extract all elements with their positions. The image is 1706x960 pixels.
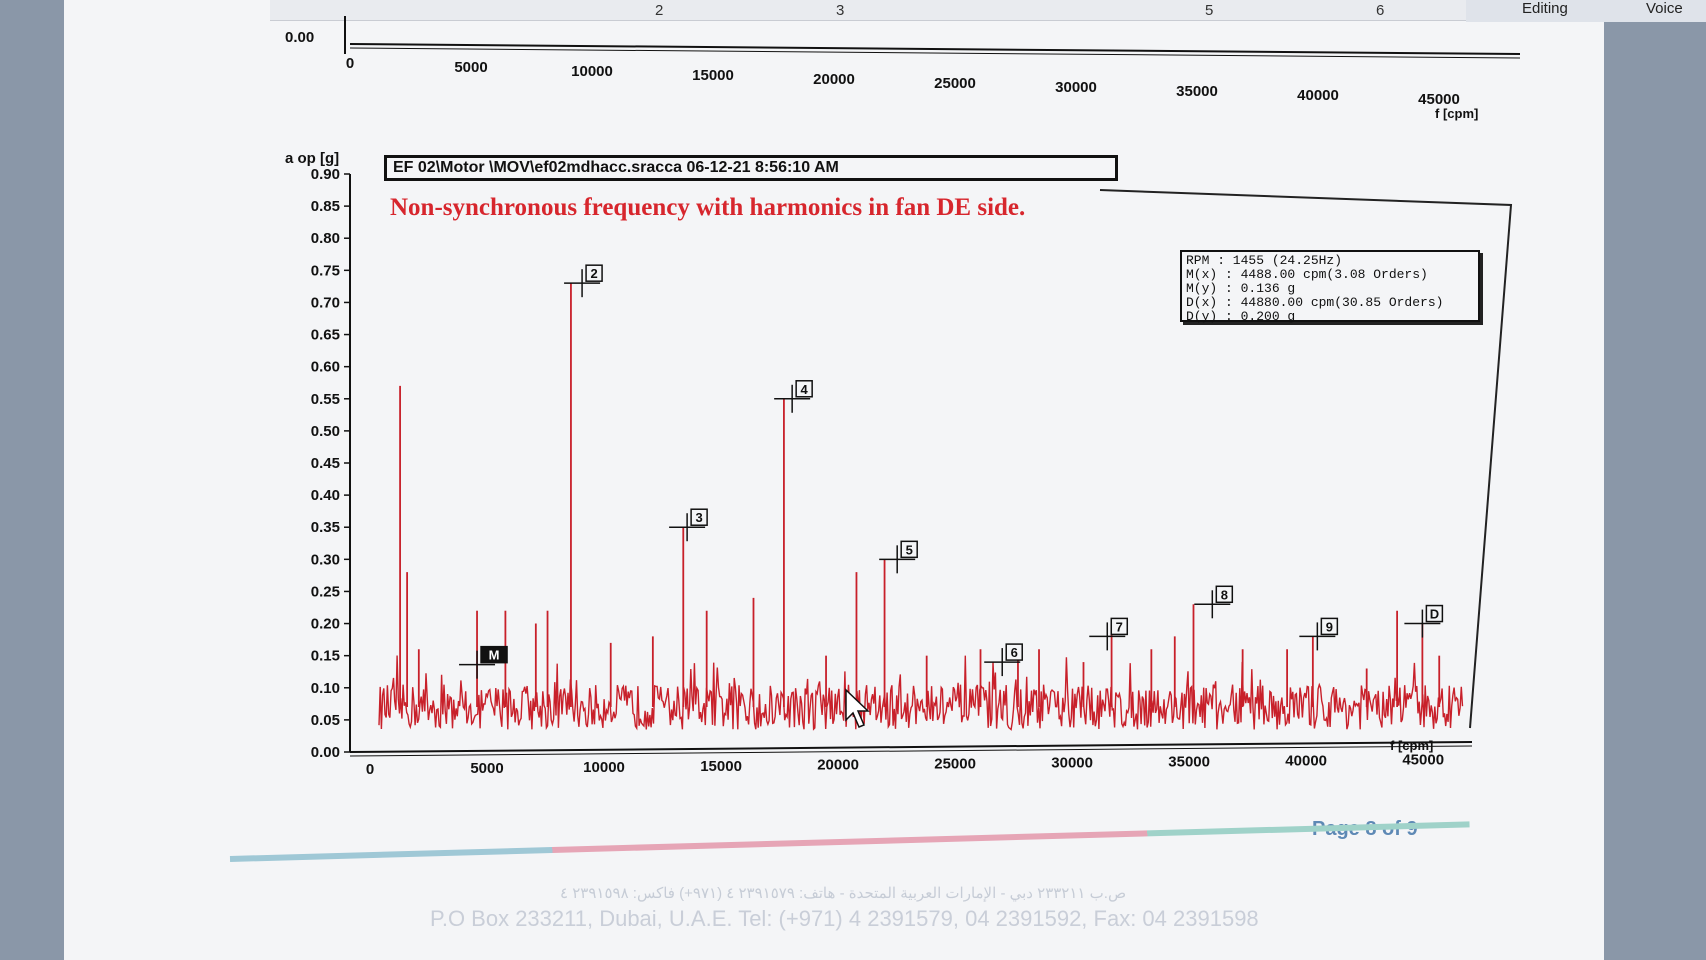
top-x-unit: f [cpm] (1435, 106, 1478, 121)
y-tick-label: 0.35 (311, 519, 340, 536)
mx-readout: M(x) : 4488.00 cpm(3.08 Orders) (1186, 267, 1428, 282)
x-tick-label: 30000 (1051, 755, 1093, 772)
y-tick-label: 0.10 (311, 680, 340, 697)
y-tick-label: 0.05 (311, 712, 340, 729)
x-tick-label: 20000 (817, 757, 859, 774)
marker-label[interactable]: 2 (590, 266, 597, 281)
y-tick-labels: 0.00 0.05 0.10 0.15 0.20 0.25 0.30 0.35 0.40 0.45… (311, 166, 350, 761)
y-tick-label: 0.85 (311, 198, 340, 215)
y-tick-label: 0.55 (311, 391, 340, 408)
marker-label[interactable]: 4 (801, 382, 809, 397)
dx-readout: D(x) : 44880.00 cpm(30.85 Orders) (1186, 295, 1444, 310)
x-axis-unit: f [cpm] (1390, 738, 1433, 753)
x-tick-label: 40000 (1285, 752, 1327, 769)
top-x-tick-label: 25000 (934, 75, 976, 92)
top-x-ticks: 0 5000 10000 15000 20000 25000 30000 35000 40000… (346, 55, 1460, 108)
top-x-tick-label: 5000 (454, 59, 487, 76)
y-tick-label: 0.15 (311, 648, 340, 665)
y-tick-label: 0.65 (311, 327, 340, 344)
y-axis-label: a op [g] (285, 150, 340, 167)
spectrum-noise-floor (378, 655, 1464, 731)
marker-label[interactable]: 3 (695, 510, 702, 525)
top-y-tick: 0.00 (285, 29, 314, 46)
y-tick-label: 0.90 (311, 166, 340, 183)
top-x-tick-label: 40000 (1297, 87, 1339, 104)
x-tick-label: 10000 (583, 759, 625, 776)
y-tick-label: 0.00 (311, 744, 340, 761)
top-x-tick-label: 0 (346, 55, 354, 72)
spectrum-peaks (399, 283, 1441, 708)
x-tick-label: 0 (366, 761, 374, 778)
y-tick-label: 0.50 (311, 423, 340, 440)
x-tick-label: 5000 (470, 760, 503, 777)
rpm-readout: RPM : 1455 (24.25Hz) (1186, 253, 1343, 268)
marker-label[interactable]: 5 (906, 542, 913, 557)
x-tick-labels: 0 5000 10000 15000 20000 25000 30000 35000 40000… (366, 751, 1444, 778)
x-tick-label: 45000 (1402, 751, 1444, 768)
y-tick-label: 0.45 (311, 455, 340, 472)
measurement-file-label: EF 02\Motor \MOV\ef02mdhacc.sracca 06-12… (384, 155, 1118, 181)
y-tick-label: 0.75 (311, 262, 340, 279)
y-tick-label: 0.80 (311, 230, 340, 247)
footer-arabic-text: ص.ب ٢٣٣٢١١ دبي - الإمارات العربية المتحد… (560, 885, 1127, 902)
footer-address: P.O Box 233211, Dubai, U.A.E. Tel: (+971… (430, 906, 1259, 931)
x-tick-label: 35000 (1168, 754, 1210, 771)
marker-label[interactable]: 8 (1221, 587, 1228, 602)
dy-readout: D(y) : 0.200 g (1186, 309, 1296, 324)
cursor-info-box: RPM : 1455 (24.25Hz) M(x) : 4488.00 cpm(… (1180, 250, 1480, 324)
y-tick-label: 0.70 (311, 294, 340, 311)
top-x-tick-label: 35000 (1176, 83, 1218, 100)
x-tick-label: 15000 (700, 758, 742, 775)
marker-label[interactable]: 9 (1326, 619, 1333, 634)
marker-label[interactable]: 6 (1011, 645, 1018, 660)
y-tick-label: 0.20 (311, 616, 340, 633)
chart-title: Non-synchronous frequency with harmonics… (390, 194, 1026, 221)
y-tick-label: 0.25 (311, 583, 340, 600)
top-x-tick-label: 30000 (1055, 79, 1097, 96)
marker-label[interactable]: M (489, 648, 500, 663)
top-x-tick-label: 10000 (571, 63, 613, 80)
spectrum-chart: 0.00 f [cpm] 0 5000 10000 15000 20000 25000 30… (285, 16, 1521, 778)
y-tick-label: 0.60 (311, 359, 340, 376)
harmonic-markers: M 2 3 4 5 6 7 8 9 D (459, 264, 1444, 679)
y-tick-label: 0.40 (311, 487, 340, 504)
x-tick-label: 25000 (934, 756, 976, 773)
my-readout: M(y) : 0.136 g (1186, 281, 1296, 296)
top-x-tick-label: 15000 (692, 67, 734, 84)
top-x-tick-label: 20000 (813, 71, 855, 88)
y-tick-label: 0.30 (311, 551, 340, 568)
marker-label[interactable]: D (1430, 607, 1439, 622)
marker-label[interactable]: 7 (1116, 619, 1123, 634)
top-x-tick-label: 45000 (1418, 91, 1460, 108)
